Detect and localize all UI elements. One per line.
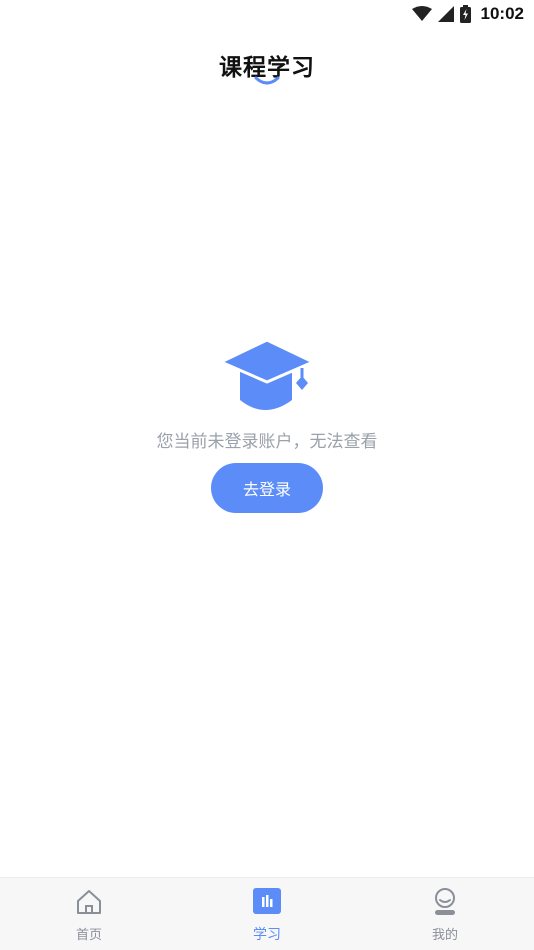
tab-study[interactable]: 学习 bbox=[207, 878, 327, 950]
wifi-icon bbox=[411, 6, 432, 21]
signal-icon bbox=[437, 6, 454, 22]
battery-charging-icon bbox=[459, 5, 471, 23]
bottom-tab-bar: 首页 学习 我的 bbox=[0, 877, 534, 950]
user-icon bbox=[435, 888, 455, 915]
chart-icon bbox=[253, 888, 281, 914]
login-required-message: 您当前未登录账户，无法查看 bbox=[156, 432, 378, 452]
graduation-cap-icon bbox=[219, 338, 315, 410]
tab-mine[interactable]: 我的 bbox=[385, 878, 505, 950]
header: 课程学习 bbox=[0, 40, 534, 100]
login-button[interactable]: 去登录 bbox=[211, 463, 323, 513]
tab-mine-label: 我的 bbox=[431, 928, 458, 943]
home-icon bbox=[77, 890, 101, 914]
status-bar: 10:02 bbox=[0, 0, 534, 28]
status-time: 10:02 bbox=[480, 4, 524, 23]
tab-home-label: 首页 bbox=[75, 928, 102, 943]
tab-home[interactable]: 首页 bbox=[29, 878, 149, 950]
status-icons: 10:02 bbox=[411, 4, 524, 24]
title-underline-smile bbox=[254, 76, 280, 85]
tab-study-label: 学习 bbox=[253, 927, 281, 943]
